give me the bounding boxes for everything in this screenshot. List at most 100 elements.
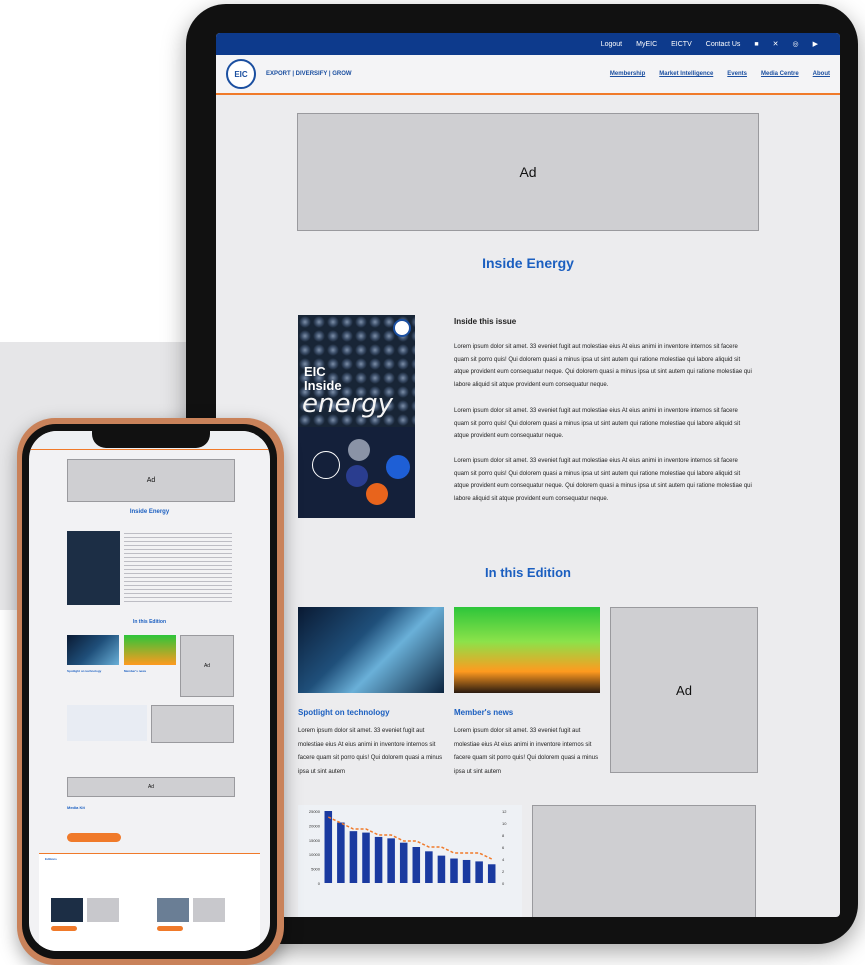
phone-ad-top[interactable]: Ad [67, 459, 235, 502]
ad-label: Ad [676, 682, 692, 698]
phone-tech-image[interactable] [67, 635, 119, 665]
y-tick-label: 20000 [309, 823, 321, 828]
eic-logo[interactable]: EIC [226, 59, 256, 89]
y-tick-label: 15000 [309, 838, 321, 843]
phone-chart [67, 705, 147, 741]
phone-screen: Ad Inside Energy In this Edition Ad Spot… [29, 431, 270, 951]
chart-bar [425, 851, 433, 883]
chart-bar [337, 822, 345, 883]
chart-bar [324, 811, 333, 883]
x-icon[interactable]: ✕ [773, 40, 779, 48]
chart-bar [362, 832, 370, 883]
issue-subtitle: Inside this issue [454, 317, 517, 326]
ad-box-bottom[interactable] [532, 805, 756, 917]
cover-circle-blue [386, 455, 410, 479]
ad-label: Ad [146, 477, 156, 484]
combo-chart: 25000 20000 15000 10000 5000 0 12 10 8 6 4 2 0 [309, 809, 507, 886]
magazine-cover[interactable]: EIC Inside energy [298, 315, 415, 518]
nav-about[interactable]: About [813, 71, 830, 77]
nav-events[interactable]: Events [727, 71, 747, 77]
card-body-spotlight: Lorem ipsum dolor sit amet. 33 eveniet f… [298, 728, 443, 775]
chart-bar [450, 858, 458, 883]
y-tick-label: 5000 [311, 867, 321, 872]
phone-ad-bottom-right[interactable] [151, 705, 234, 743]
y2-tick-label: 0 [502, 881, 505, 886]
chart-bar [374, 836, 383, 883]
phone-oil-image[interactable] [124, 635, 176, 665]
nav-membership[interactable]: Membership [610, 71, 645, 77]
y-tick-label: 0 [318, 881, 321, 886]
ad-banner-top[interactable]: Ad [297, 113, 759, 231]
cover-circle-grey [348, 439, 370, 461]
chart-bar [462, 859, 471, 883]
phone-card1-title[interactable]: Spotlight on technology [67, 669, 101, 673]
cover-circle-orange [366, 483, 388, 505]
tagline: EXPORT | DIVERSIFY | GROW [266, 71, 352, 77]
phone-edition-thumb-2[interactable] [87, 898, 119, 922]
cover-seal [312, 451, 340, 479]
issue-paragraph-2: Lorem ipsum dolor sit amet. 33 eveniet f… [454, 408, 741, 439]
y2-tick-label: 10 [502, 821, 507, 826]
phone-in-this-edition-title: In this Edition [132, 619, 167, 625]
phone-card2-title[interactable]: Member's news [124, 669, 146, 673]
ad-label: Ad [147, 784, 155, 790]
in-this-edition-title: In this Edition [485, 565, 571, 580]
y2-tick-label: 6 [502, 845, 505, 850]
ad-label: Ad [519, 164, 537, 180]
issue-paragraph-3: Lorem ipsum dolor sit amet. 33 eveniet f… [454, 458, 752, 502]
y-tick-label: 25000 [309, 809, 321, 814]
chart-bar [387, 838, 395, 883]
phone-issue-text [124, 533, 232, 605]
chart-bar [412, 847, 421, 883]
youtube-icon[interactable]: ▶ [813, 40, 818, 48]
card-title-members-news[interactable]: Member's news [454, 708, 513, 717]
y-tick-label: 10000 [309, 852, 321, 857]
chart-bar [399, 842, 408, 883]
nav-media-centre[interactable]: Media Centre [761, 71, 799, 77]
chart-bar [437, 855, 446, 883]
card-title-spotlight[interactable]: Spotlight on technology [298, 708, 390, 717]
site-header: EIC EXPORT | DIVERSIFY | GROW Membership… [216, 55, 840, 95]
cover-title-eic: EIC [304, 364, 326, 379]
bar-chart-card: 25000 20000 15000 10000 5000 0 12 10 8 6 4 2 0 [298, 805, 522, 917]
phone-cover[interactable] [67, 531, 120, 605]
phone-ad-side[interactable]: Ad [180, 635, 234, 697]
phone-edition-thumb-1[interactable] [51, 898, 83, 922]
main-nav: Membership Market Intelligence Events Me… [610, 71, 830, 77]
cover-title-energy: energy [302, 389, 394, 419]
members-news-image[interactable] [454, 607, 600, 693]
issue-paragraph-1: Lorem ipsum dolor sit amet. 33 eveniet f… [454, 344, 752, 388]
spotlight-technology-image[interactable] [298, 607, 444, 693]
top-bar: Logout MyEIC EICTV Contact Us ■ ✕ ◎ ▶ [216, 33, 840, 55]
y2-tick-label: 4 [502, 857, 505, 862]
card-body-members-news: Lorem ipsum dolor sit amet. 33 eveniet f… [454, 728, 599, 775]
topbar-link-myeic[interactable]: MyEIC [636, 41, 657, 48]
cover-circle-navy [346, 465, 368, 487]
phone-editions-panel: Editions [39, 853, 260, 951]
chart-bar [487, 864, 496, 883]
y2-tick-label: 12 [502, 809, 507, 814]
y2-tick-label: 2 [502, 869, 505, 874]
chart-bar [349, 831, 358, 883]
phone-edition-thumb-3[interactable] [157, 898, 189, 922]
phone-edition-thumb-4[interactable] [193, 898, 225, 922]
tablet-screen: Logout MyEIC EICTV Contact Us ■ ✕ ◎ ▶ EI… [216, 33, 840, 917]
nav-market-intelligence[interactable]: Market Intelligence [659, 71, 713, 77]
ad-label: Ad [203, 663, 211, 669]
chart-bar [475, 861, 483, 883]
topbar-link-eictv[interactable]: EICTV [671, 41, 692, 48]
ad-box-side[interactable]: Ad [610, 607, 758, 773]
phone-editions-label: Editions [45, 857, 57, 861]
phone-section3-title: Media Kit [67, 805, 85, 810]
phone-edition-button-1[interactable] [51, 926, 77, 931]
topbar-link-contact[interactable]: Contact Us [706, 41, 741, 48]
phone-notch [92, 424, 210, 448]
phone-inside-energy-title: Inside Energy [129, 509, 170, 515]
phone-cta-button[interactable] [67, 833, 121, 842]
phone-ad-wide[interactable]: Ad [67, 777, 235, 797]
linkedin-icon[interactable]: ■ [754, 41, 758, 48]
topbar-link-logout[interactable]: Logout [601, 41, 622, 48]
logo-text: EIC [234, 69, 248, 79]
phone-edition-button-2[interactable] [157, 926, 183, 931]
instagram-icon[interactable]: ◎ [793, 40, 799, 48]
